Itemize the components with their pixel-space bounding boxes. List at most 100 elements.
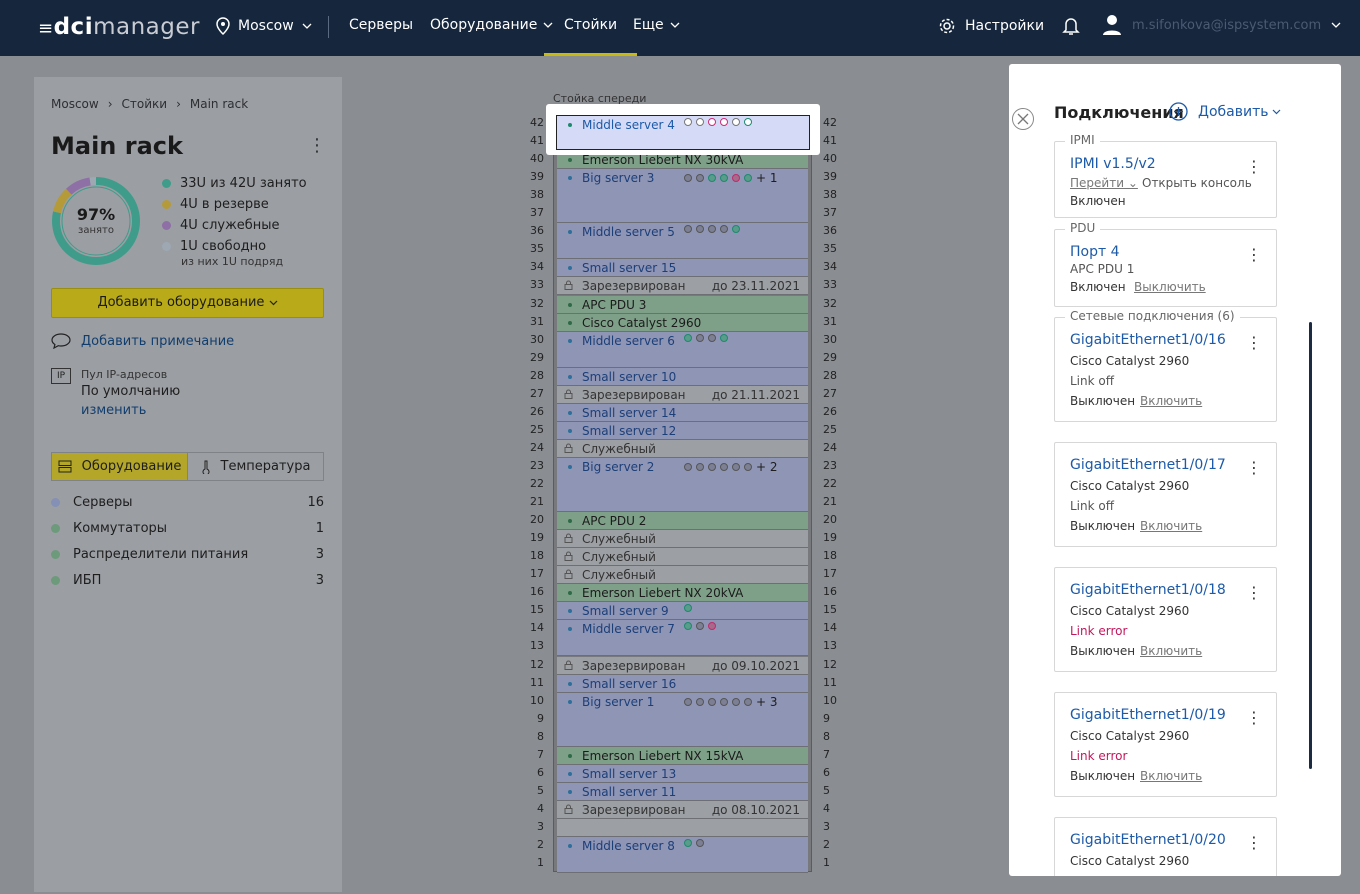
breadcrumb-location[interactable]: Moscow xyxy=(51,97,99,111)
rack-empty-slot[interactable] xyxy=(557,818,808,837)
rack-server[interactable]: Small server 9 xyxy=(557,602,808,621)
rack-menu-kebab-icon[interactable]: ⋮ xyxy=(308,137,326,155)
category-switches[interactable]: Коммутаторы 1 xyxy=(51,521,324,536)
legend-free: 1U свободно xyxy=(162,239,266,254)
unit-number: 7 xyxy=(823,747,830,761)
legend-reserved: 4U в резерве xyxy=(162,197,269,212)
tab-temperature[interactable]: Температура xyxy=(187,453,323,480)
rack-reserved-slot[interactable]: Служебный xyxy=(557,548,808,567)
device-name: Emerson Liebert NX 20kVA xyxy=(582,586,744,601)
selected-device[interactable]: Middle server 4 xyxy=(556,115,810,150)
pdu-menu-kebab-icon[interactable]: ⋮ xyxy=(1246,247,1262,263)
rack-server[interactable]: Middle server 7 xyxy=(557,620,808,657)
unit-number: 31 xyxy=(530,314,544,328)
unit-number: 36 xyxy=(823,224,837,238)
rack-server[interactable]: Big server 1 + 3 xyxy=(557,692,808,747)
interface-name[interactable]: GigabitEthernet1/0/17 xyxy=(1070,457,1226,473)
close-panel-button[interactable] xyxy=(1012,108,1034,130)
rack-reserved-slot[interactable]: Служебный xyxy=(557,439,808,458)
logo[interactable]: ≡dcimanager xyxy=(38,14,200,40)
lock-icon xyxy=(564,389,573,399)
ipmi-name[interactable]: IPMI v1.5/v2 xyxy=(1070,156,1156,172)
device-ports xyxy=(684,225,740,234)
ipmi-caption: IPMI xyxy=(1065,133,1100,147)
rack-reserved-slot[interactable]: Зарезервирован до 23.11.2021 xyxy=(557,277,808,296)
nav-more[interactable]: Еще xyxy=(633,17,680,33)
nav-racks[interactable]: Стойки xyxy=(543,17,638,56)
rack-server[interactable]: Small server 16 xyxy=(557,674,808,693)
location-selector[interactable]: Moscow xyxy=(216,17,312,35)
category-servers[interactable]: Серверы 16 xyxy=(51,495,324,510)
ipmi-console-link[interactable]: Открыть консоль xyxy=(1142,176,1252,190)
rack-server[interactable]: Middle server 5 xyxy=(557,223,808,260)
interface-menu-kebab-icon[interactable]: ⋮ xyxy=(1246,835,1262,851)
pdu-toggle-link[interactable]: Выключить xyxy=(1134,280,1206,294)
rack-device[interactable]: Emerson Liebert NX 20kVA xyxy=(557,584,808,603)
interface-menu-kebab-icon[interactable]: ⋮ xyxy=(1246,460,1262,476)
rack-device[interactable]: APC PDU 3 xyxy=(557,295,808,314)
unit-number: 13 xyxy=(530,639,544,653)
tab-equipment[interactable]: Оборудование xyxy=(52,453,187,480)
rack-device[interactable]: Cisco Catalyst 2960 xyxy=(557,313,808,332)
breadcrumb-racks[interactable]: Стойки xyxy=(122,97,168,111)
status-dot xyxy=(568,789,572,794)
rack-device[interactable]: APC PDU 2 xyxy=(557,512,808,531)
ipmi-go-link[interactable]: Перейти ⌄ xyxy=(1070,176,1138,190)
rack-server[interactable]: Small server 10 xyxy=(557,367,808,386)
interface-name[interactable]: GigabitEthernet1/0/19 xyxy=(1070,707,1226,723)
rack-device[interactable]: Emerson Liebert NX 15kVA xyxy=(557,746,808,765)
port-status-icon xyxy=(684,333,692,342)
status-dot xyxy=(568,158,572,163)
rack-server[interactable]: Small server 14 xyxy=(557,403,808,422)
rack-server[interactable]: Big server 3 + 1 xyxy=(557,169,808,224)
port-toggle-link[interactable]: Включить xyxy=(1140,769,1202,783)
add-equipment-button[interactable]: Добавить оборудование xyxy=(51,288,324,318)
port-toggle-link[interactable]: Включить xyxy=(1140,394,1202,408)
rack-server[interactable]: Small server 12 xyxy=(557,421,808,440)
more-ports-count: + 1 xyxy=(756,171,778,186)
interface-menu-kebab-icon[interactable]: ⋮ xyxy=(1246,710,1262,726)
unit-number: 23 xyxy=(823,458,837,472)
interface-name[interactable]: GigabitEthernet1/0/20 xyxy=(1070,832,1226,848)
rack-server[interactable]: Middle server 8 xyxy=(557,837,808,874)
port-status-icon xyxy=(708,697,716,706)
unit-number: 14 xyxy=(823,621,837,635)
rack-reserved-slot[interactable]: Служебный xyxy=(557,530,808,549)
interface-menu-kebab-icon[interactable]: ⋮ xyxy=(1246,585,1262,601)
ipmi-menu-kebab-icon[interactable]: ⋮ xyxy=(1246,159,1262,175)
user-menu[interactable]: m.sifonkova@ispsystem.com xyxy=(1102,14,1341,36)
port-toggle-link[interactable]: Включить xyxy=(1140,519,1202,533)
settings-link[interactable]: Настройки xyxy=(938,17,1044,35)
rack-reserved-slot[interactable]: Зарезервирован до 21.11.2021 xyxy=(557,385,808,404)
rack-server[interactable]: Big server 2 + 2 xyxy=(557,457,808,513)
pdu-port-name[interactable]: Порт 4 xyxy=(1070,244,1120,260)
rack-server[interactable]: Small server 15 xyxy=(557,259,808,278)
port-state: Выключен xyxy=(1070,769,1136,783)
panel-scrollbar[interactable] xyxy=(1309,322,1312,769)
interface-name[interactable]: GigabitEthernet1/0/18 xyxy=(1070,582,1226,598)
category-pdu[interactable]: Распределители питания 3 xyxy=(51,547,324,562)
rack-reserved-slot[interactable]: Зарезервирован до 09.10.2021 xyxy=(557,656,808,675)
add-connection-button[interactable]: Добавить xyxy=(1169,102,1281,121)
unit-number: 10 xyxy=(530,693,544,707)
ip-pool-change-link[interactable]: изменить xyxy=(81,403,146,418)
link-status: Link error xyxy=(1070,749,1128,763)
category-ups[interactable]: ИБП 3 xyxy=(51,573,324,588)
unit-number: 34 xyxy=(823,260,837,274)
rack-reserved-slot[interactable]: Зарезервирован до 08.10.2021 xyxy=(557,800,808,819)
interface-menu-kebab-icon[interactable]: ⋮ xyxy=(1246,335,1262,351)
rack-server[interactable]: Small server 13 xyxy=(557,764,808,783)
nav-servers[interactable]: Серверы xyxy=(349,17,413,33)
nav-equipment[interactable]: Оборудование xyxy=(430,17,553,33)
notifications-button[interactable] xyxy=(1062,16,1080,40)
port-toggle-link[interactable]: Включить xyxy=(1140,644,1202,658)
add-note-link[interactable]: Добавить примечание xyxy=(51,333,234,349)
rack-reserved-slot[interactable]: Служебный xyxy=(557,566,808,585)
rack-server[interactable]: Middle server 6 xyxy=(557,331,808,368)
device-name: Middle server 5 xyxy=(582,225,675,240)
rack-server[interactable]: Small server 11 xyxy=(557,782,808,801)
interface-name[interactable]: GigabitEthernet1/0/16 xyxy=(1070,332,1226,348)
unit-number: 37 xyxy=(823,206,837,220)
lock-icon xyxy=(564,551,573,562)
port-status-icon xyxy=(732,118,740,126)
